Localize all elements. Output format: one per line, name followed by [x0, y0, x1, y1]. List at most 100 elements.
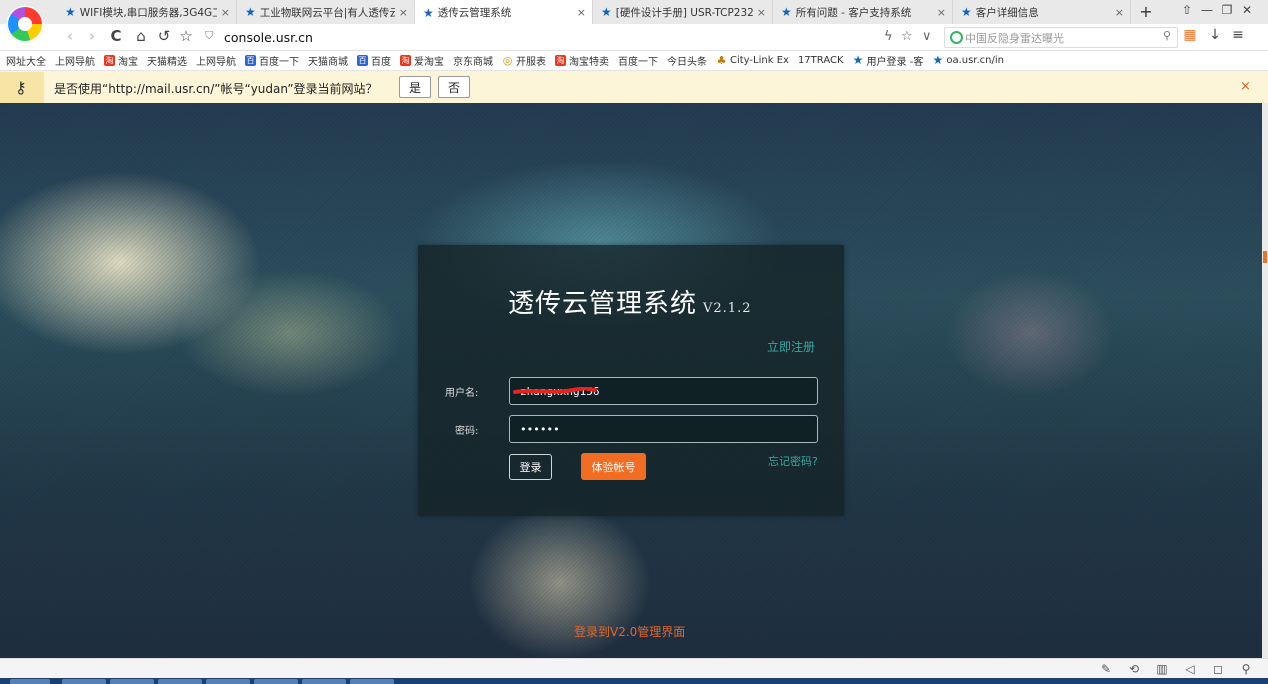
tab-iot-platform[interactable]: ★ 工业物联网云平台|有人透传云 × [237, 0, 415, 24]
page-title: 透传云管理系统 V2.1.2 [508, 289, 752, 319]
bookmarks-bar: 网址大全 上网导航 淘淘宝 天猫精选 上网导航 百百度一下 天猫商城 百百度 淘… [0, 51, 1268, 71]
search-input[interactable]: 中国反隐身雷达曝光 [965, 30, 1064, 46]
pin-icon[interactable]: ✎ [1098, 662, 1114, 676]
tab-close-icon[interactable]: × [221, 6, 230, 19]
star-icon[interactable]: ☆ [901, 29, 913, 44]
prompt-yes-button[interactable]: 是 [399, 76, 431, 98]
skin-icon[interactable]: ⇧ [1178, 3, 1196, 17]
bookmark-item[interactable]: 百度一下 [618, 53, 658, 68]
side-widget[interactable] [1263, 251, 1267, 263]
bookmark-item[interactable]: 17TRACK [798, 55, 844, 66]
search-icon[interactable]: ⚲ [1163, 29, 1171, 42]
chevron-down-icon[interactable]: ∨ [922, 29, 932, 44]
tab-strip: ★ WIFI模块,串口服务器,3G4G工业 × ★ 工业物联网云平台|有人透传云… [0, 0, 1268, 43]
close-icon[interactable]: × [1240, 79, 1251, 94]
bookmark-item[interactable]: 上网导航 [196, 53, 236, 68]
tab-customer-details[interactable]: ★ 客户详细信息 × [953, 0, 1131, 24]
trial-account-button[interactable]: 体验帐号 [581, 453, 646, 480]
v2-login-link[interactable]: 登录到V2.0管理界面 [574, 623, 685, 640]
forgot-password-link[interactable]: 忘记密码? [768, 453, 818, 469]
bookmark-item[interactable]: 天猫精选 [147, 53, 187, 68]
new-tab-button[interactable]: + [1136, 2, 1156, 21]
browser-logo-icon[interactable] [6, 5, 44, 43]
bookmark-item[interactable]: 百百度 [357, 53, 391, 68]
baidu-icon: 百 [357, 55, 368, 66]
download-icon[interactable]: ↓ [1205, 27, 1225, 43]
search-icon[interactable]: ⚲ [1238, 662, 1254, 676]
taskbar-item[interactable] [350, 679, 394, 684]
bookmark-item[interactable]: ★ oa.usr.cn/in [932, 53, 1004, 67]
baidu-icon: 百 [245, 55, 256, 66]
tab-close-icon[interactable]: × [577, 6, 586, 19]
minimize-button[interactable]: — [1198, 3, 1216, 17]
tab-close-icon[interactable]: × [1115, 6, 1124, 19]
bookmark-item[interactable]: 上网导航 [55, 53, 95, 68]
taskbar-item[interactable] [206, 679, 250, 684]
taskbar-item[interactable] [158, 679, 202, 684]
bookmark-item[interactable]: ◎ 开服表 [502, 53, 546, 68]
bookmark-item[interactable]: 百百度一下 [245, 53, 299, 68]
usr-logo-icon: ★ [601, 5, 612, 19]
taobao-icon: 淘 [400, 55, 411, 66]
bookmark-item[interactable]: 淘淘宝 [104, 53, 138, 68]
taskbar-item[interactable] [302, 679, 346, 684]
tab-close-icon[interactable]: × [757, 6, 766, 19]
start-button[interactable] [10, 679, 50, 684]
bookmark-item[interactable]: 今日头条 [667, 53, 707, 68]
bookmark-item[interactable]: 天猫商城 [308, 53, 348, 68]
forward-icon[interactable]: › [82, 27, 102, 45]
usr-logo-icon: ★ [423, 5, 434, 20]
usr-logo-icon: ★ [932, 53, 944, 67]
citylink-icon: ♣ [716, 54, 727, 67]
tab-close-icon[interactable]: × [937, 6, 946, 19]
restore-button[interactable]: ❐ [1218, 3, 1236, 17]
tab-close-icon[interactable]: × [399, 6, 408, 19]
bookmark-item[interactable]: 淘爱淘宝 [400, 53, 444, 68]
bookmark-item[interactable]: 京东商城 [453, 53, 493, 68]
sound-icon[interactable]: ◁ [1182, 662, 1198, 676]
usr-logo-icon: ★ [852, 53, 864, 67]
apps-icon[interactable]: ▦ [1180, 27, 1200, 43]
bookmark-item[interactable]: 淘淘宝特卖 [555, 53, 609, 68]
page-background: 透传云管理系统V2.1.2 立即注册 用户名: 密码: 登录 体验帐号 忘记密码… [0, 103, 1262, 658]
version-label: V2.1.2 [703, 301, 752, 316]
key-icon: ⚷ [15, 78, 27, 97]
tab-hardware-manual[interactable]: ★ [硬件设计手册] USR-TCP232-T × [593, 0, 773, 24]
username-label: 用户名: [445, 388, 479, 399]
taskbar-item[interactable] [254, 679, 298, 684]
tab-support-issues[interactable]: ★ 所有问题 - 客户支持系统 × [773, 0, 953, 24]
taskbar-item[interactable] [62, 679, 106, 684]
close-window-button[interactable]: ✕ [1238, 3, 1256, 17]
back-icon[interactable]: ‹ [60, 27, 80, 45]
login-button[interactable]: 登录 [509, 454, 552, 480]
window-icon[interactable]: ◻ [1210, 662, 1226, 676]
bookmark-item[interactable]: ♣ City-Link Ex [716, 55, 789, 66]
reload-icon[interactable]: C [106, 27, 126, 45]
trash-icon[interactable]: ▥ [1154, 662, 1170, 676]
taskbar-item[interactable] [110, 679, 154, 684]
prompt-no-button[interactable]: 否 [438, 76, 470, 98]
undo-close-icon[interactable]: ↺ [154, 27, 174, 45]
taobao-icon: 淘 [104, 55, 115, 66]
menu-icon[interactable]: ≡ [1228, 27, 1248, 43]
password-input[interactable] [509, 415, 818, 443]
login-panel: 透传云管理系统V2.1.2 立即注册 用户名: 密码: 登录 体验帐号 忘记密码… [418, 245, 844, 516]
bookmark-item[interactable]: 网址大全 [6, 53, 46, 68]
home-icon[interactable]: ⌂ [131, 27, 151, 45]
password-label: 密码: [455, 426, 479, 437]
tab-cloud-console[interactable]: ★ 透传云管理系统 × [415, 0, 593, 25]
url-text[interactable]: console.usr.cn [224, 30, 313, 45]
address-bar[interactable]: ⛉ console.usr.cn ϟ ☆ ∨ [200, 27, 940, 47]
search-box[interactable]: 中国反隐身雷达曝光 ⚲ [944, 27, 1178, 48]
usr-logo-icon: ★ [65, 5, 76, 19]
os-taskbar [0, 678, 1268, 684]
register-link[interactable]: 立即注册 [767, 338, 815, 355]
scrollbar[interactable] [1262, 103, 1268, 658]
refresh-icon[interactable]: ⟲ [1126, 662, 1142, 676]
favorite-icon[interactable]: ☆ [176, 27, 196, 45]
key-area: ⚷ [0, 72, 44, 103]
tab-wifi-module[interactable]: ★ WIFI模块,串口服务器,3G4G工业 × [57, 0, 237, 24]
lightning-icon[interactable]: ϟ [884, 29, 893, 44]
taobao-icon: 淘 [555, 55, 566, 66]
bookmark-item[interactable]: ★ 用户登录 -客 [853, 53, 924, 68]
